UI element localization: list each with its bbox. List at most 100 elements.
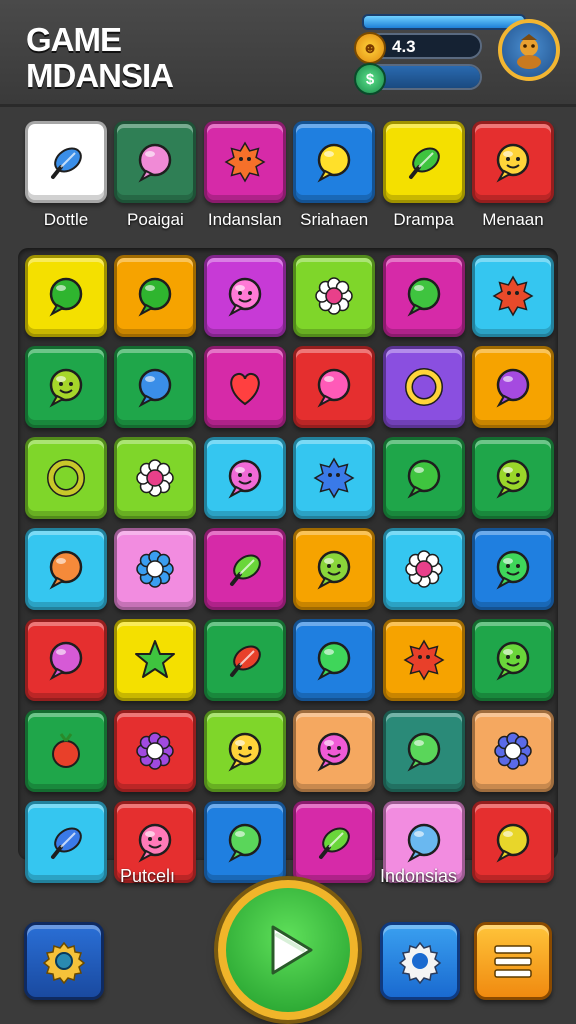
energy-coin-icon: $ xyxy=(354,63,386,95)
pink-bubble-icon xyxy=(317,368,351,408)
orange-bubble-icon xyxy=(49,550,83,590)
footer-right-label: Indonsias xyxy=(380,866,458,886)
board-tile[interactable] xyxy=(382,710,465,792)
category-tile[interactable] xyxy=(472,121,554,203)
board-tile[interactable] xyxy=(382,528,465,610)
play-button[interactable] xyxy=(218,880,358,1020)
board-tile[interactable] xyxy=(203,710,286,792)
title-line-2: MDANSIA xyxy=(26,57,174,94)
board-tile[interactable] xyxy=(25,437,107,519)
purple-bubble-icon xyxy=(496,368,530,408)
pink-bubble-icon xyxy=(49,641,83,681)
board-tile[interactable] xyxy=(382,255,465,337)
board-tile[interactable] xyxy=(114,619,197,701)
blue-fish-icon xyxy=(51,827,82,859)
red-heart-icon xyxy=(230,372,260,406)
smiley-face-icon xyxy=(49,368,83,408)
red-splat-icon xyxy=(492,275,534,317)
board-tile[interactable] xyxy=(114,255,197,337)
green-bubble-icon xyxy=(407,459,440,499)
board-tile[interactable] xyxy=(203,255,286,337)
menu-icon xyxy=(494,945,532,978)
green-leaf-icon xyxy=(229,554,261,586)
green-leaf-icon xyxy=(408,147,440,179)
category-tile[interactable] xyxy=(203,121,286,203)
blue-bubble-icon xyxy=(138,368,172,408)
settings-gear-icon xyxy=(398,941,442,985)
board-tile[interactable] xyxy=(114,710,197,792)
board-tile[interactable] xyxy=(293,619,376,701)
category-tile[interactable] xyxy=(25,121,107,203)
purple-flower-icon xyxy=(136,732,175,770)
board-tile[interactable] xyxy=(25,255,107,337)
smiley-face-icon xyxy=(496,641,530,681)
board-tile[interactable] xyxy=(293,437,376,519)
footer-left-label: Putcelı xyxy=(120,866,176,886)
rating-counter[interactable]: ☻ 4.3 xyxy=(354,32,482,64)
board-tile[interactable] xyxy=(472,346,554,428)
board-tile[interactable] xyxy=(472,255,554,337)
board-tile[interactable] xyxy=(203,619,286,701)
board-tile[interactable] xyxy=(25,619,107,701)
board-tile[interactable] xyxy=(203,801,286,883)
red-berry-icon xyxy=(52,733,80,768)
board-tile[interactable] xyxy=(293,346,376,428)
green-bubble-icon xyxy=(138,277,172,317)
board-tile[interactable] xyxy=(25,710,107,792)
pink-smiley-icon xyxy=(228,277,262,317)
board-tile[interactable] xyxy=(293,801,376,883)
board-tile[interactable] xyxy=(472,710,554,792)
board-tile[interactable] xyxy=(382,346,465,428)
blue-fish-icon xyxy=(51,147,82,179)
character-avatar-icon[interactable] xyxy=(498,19,560,81)
board-tile[interactable] xyxy=(293,710,376,792)
white-flower-icon xyxy=(315,277,353,315)
energy-counter[interactable]: $ xyxy=(354,63,482,95)
yellow-ring-icon xyxy=(404,368,443,406)
yellow-bubble-icon xyxy=(317,143,351,183)
blue-splat-icon xyxy=(313,457,355,499)
board-tile[interactable] xyxy=(472,437,554,519)
blue-flower-icon xyxy=(494,732,532,770)
category-label: Menaan xyxy=(482,210,544,229)
green-star-icon xyxy=(135,640,176,678)
green-bubble-icon xyxy=(407,277,440,317)
board-tile[interactable] xyxy=(114,346,197,428)
board-tile[interactable] xyxy=(293,255,376,337)
star-face-icon: ☻ xyxy=(354,32,386,64)
category-tile[interactable] xyxy=(293,121,376,203)
blue-bubble-icon xyxy=(407,823,440,863)
board-tile[interactable] xyxy=(203,528,286,610)
board-tile[interactable] xyxy=(382,437,465,519)
board-tile[interactable] xyxy=(382,619,465,701)
gear-icon xyxy=(42,941,86,985)
green-bubble-icon xyxy=(228,823,262,863)
white-flower-icon xyxy=(404,550,443,588)
board-tile[interactable] xyxy=(472,528,554,610)
category-tile[interactable] xyxy=(114,121,197,203)
gear-button[interactable] xyxy=(24,922,104,1000)
settings-button[interactable] xyxy=(380,922,460,1000)
game-title: GAME MDANSIA xyxy=(26,22,174,94)
board-tile[interactable] xyxy=(114,528,197,610)
board-tile[interactable] xyxy=(25,346,107,428)
yellow-ring-icon xyxy=(47,459,85,497)
green-leaf-icon xyxy=(319,827,351,859)
board-tile[interactable] xyxy=(472,619,554,701)
board-tile[interactable] xyxy=(114,437,197,519)
board-tile[interactable] xyxy=(25,801,107,883)
board-tile[interactable] xyxy=(472,801,554,883)
pink-smiley-icon xyxy=(138,823,172,863)
category-label: Indanslan xyxy=(207,210,282,229)
category-label: Drampa xyxy=(393,210,454,229)
menu-button[interactable] xyxy=(474,922,552,1000)
avatar-figure xyxy=(517,34,541,69)
white-flower-icon xyxy=(136,459,175,497)
smiley-face-icon xyxy=(496,550,530,590)
board-tile[interactable] xyxy=(203,346,286,428)
board-tile[interactable] xyxy=(25,528,107,610)
board-tile[interactable] xyxy=(293,528,376,610)
category-tile[interactable] xyxy=(382,121,465,203)
category-label: Dottle xyxy=(43,210,89,229)
board-tile[interactable] xyxy=(203,437,286,519)
